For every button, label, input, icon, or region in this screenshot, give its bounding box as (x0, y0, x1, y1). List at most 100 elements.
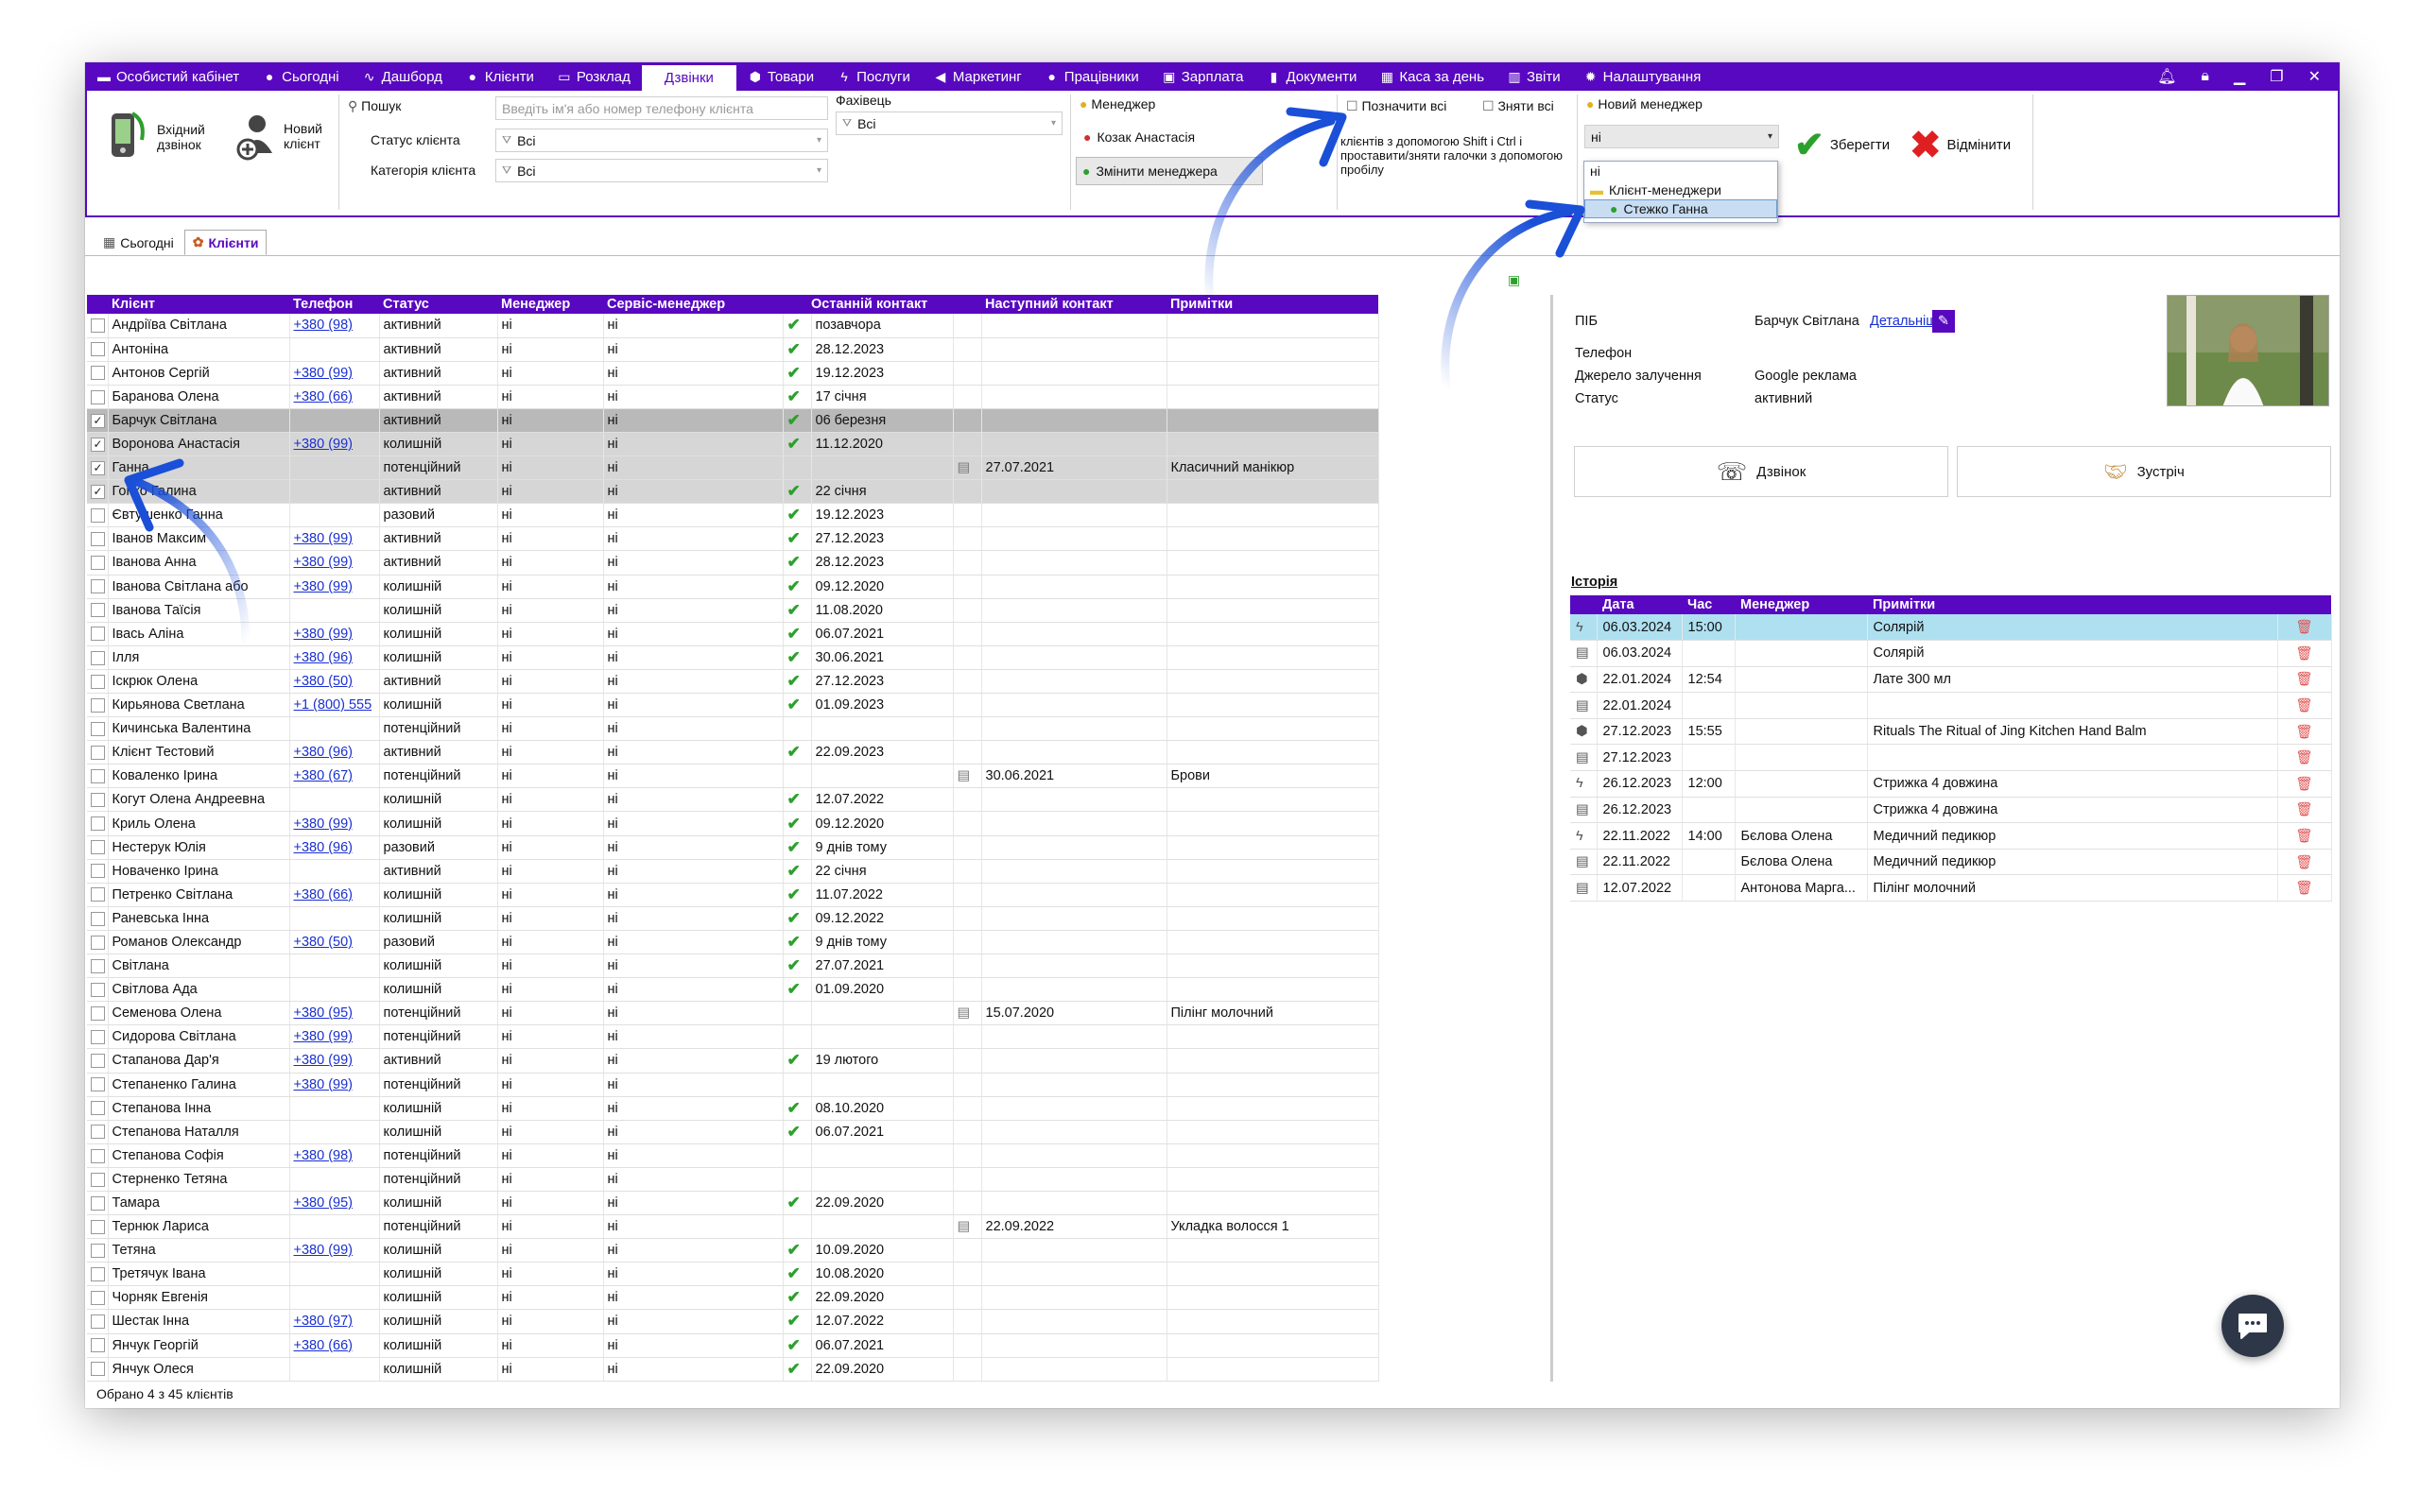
trash-icon[interactable]: 🗑︎ (2277, 849, 2332, 876)
row-checkbox[interactable] (91, 769, 105, 783)
table-row[interactable]: Степаненко Галина +380 (99) потенційний ні н… (87, 1073, 1379, 1097)
row-checkbox[interactable] (91, 1362, 105, 1377)
meeting-button[interactable]: 🤝︎ Зустріч (1957, 446, 2331, 497)
edit-icon[interactable]: ✎ (1932, 310, 1955, 333)
history-row[interactable]: ϟ 22.11.2022 14:00 Бєлова Олена Медичний пед… (1570, 822, 2332, 850)
table-row[interactable]: ✓ Ганна потенційний ні ні ▤ 27.07.2021 Класични… (87, 455, 1379, 481)
phone-link[interactable]: +380 (98) (294, 318, 353, 333)
status-select[interactable]: ⛛ Всі ▾ (495, 129, 828, 152)
menu-item-5[interactable]: Дзвінки (641, 65, 736, 91)
trash-icon[interactable]: 🗑︎ (2277, 770, 2332, 798)
category-select[interactable]: ⛛ Всі ▾ (495, 159, 828, 182)
row-checkbox[interactable] (91, 1266, 105, 1281)
table-row[interactable]: Кичинська Валентина потенційний ні ні (87, 716, 1379, 742)
chat-bubble-button[interactable] (2221, 1295, 2284, 1357)
column-next-icon[interactable] (953, 295, 981, 314)
table-row[interactable]: ✓ Воронова Анастасія +380 (99) колишній ні ні… (87, 432, 1379, 457)
history-row[interactable]: ϟ 06.03.2024 15:00 Солярій 🗑︎ (1570, 614, 2332, 642)
table-row[interactable]: Євтушенко Ганна разовий ні ні ✔ 19.12.2023 (87, 503, 1379, 528)
table-row[interactable]: Янчук Георгій +380 (66) колишній ні ні ✔ 06.07… (87, 1333, 1379, 1358)
table-row[interactable]: Антонов Сергій +380 (99) активний ні ні ✔ 19.1… (87, 361, 1379, 386)
table-row[interactable]: Петренко Світлана +380 (66) колишній ні ні ✔ 1… (87, 883, 1379, 907)
table-row[interactable]: Тетяна +380 (99) колишній ні ні ✔ 10.09.2020 (87, 1238, 1379, 1263)
row-checkbox[interactable] (91, 958, 105, 973)
table-row[interactable]: Світлана колишній ні ні ✔ 27.07.2021 (87, 954, 1379, 979)
mark-all-button[interactable]: ☐ Позначити всі (1346, 98, 1446, 114)
table-row[interactable]: ✓ Гопко Галина активний ні ні ✔ 22 січня (87, 479, 1379, 505)
table-row[interactable]: Кирьянова Светлана +1 (800) 555 колишній ні… (87, 693, 1379, 718)
phone-link[interactable]: +380 (96) (294, 840, 353, 855)
table-row[interactable]: Баранова Олена +380 (66) активний ні ні ✔ 17 с… (87, 385, 1379, 409)
row-checkbox[interactable] (91, 318, 105, 333)
incoming-call-button[interactable]: Вхідний дзвінок (104, 108, 216, 166)
new-manager-select[interactable]: ні ▾ (1584, 125, 1779, 148)
phone-link[interactable]: +380 (99) (294, 1029, 353, 1044)
menu-item-3[interactable]: ● Клієнти (454, 62, 545, 91)
row-checkbox[interactable] (91, 840, 105, 855)
dropdown-option-group[interactable]: ▬ Клієнт-менеджери (1584, 180, 1777, 199)
history-col-actions[interactable] (2277, 595, 2331, 614)
row-checkbox[interactable] (91, 1219, 105, 1234)
row-checkbox[interactable] (91, 793, 105, 808)
menu-item-11[interactable]: ▮ Документи (1254, 62, 1368, 91)
row-checkbox[interactable] (91, 1195, 105, 1211)
row-checkbox[interactable] (91, 603, 105, 618)
dropdown-option-manager[interactable]: ● Стежко Ганна (1584, 199, 1777, 218)
row-checkbox[interactable] (91, 1005, 105, 1021)
menu-item-0[interactable]: ▬ Особистий кабінет (85, 62, 251, 91)
trash-icon[interactable]: 🗑︎ (2277, 797, 2332, 824)
row-checkbox[interactable] (91, 1338, 105, 1353)
table-row[interactable]: Нестерук Юлія +380 (96) разовий ні ні ✔ 9 днів… (87, 835, 1379, 860)
trash-icon[interactable]: 🗑︎ (2277, 692, 2332, 719)
history-row[interactable]: ⬢ 27.12.2023 15:55 Rituals The Ritual of Ji… (1570, 718, 2332, 746)
row-checkbox[interactable] (91, 982, 105, 997)
row-checkbox[interactable] (91, 1101, 105, 1116)
column-service-manager[interactable]: Сервіс-менеджер (603, 295, 783, 314)
menu-item-8[interactable]: ◀ Маркетинг (922, 62, 1033, 91)
menu-item-12[interactable]: ▦ Каса за день (1368, 62, 1495, 91)
change-manager-button[interactable]: ● Змінити менеджера (1076, 157, 1263, 185)
minimize-icon[interactable]: ▁ (2234, 67, 2245, 86)
trash-icon[interactable]: 🗑︎ (2277, 640, 2332, 667)
table-row[interactable]: Когут Олена Андреевна колишній ні ні ✔ 12.07.… (87, 787, 1379, 813)
table-row[interactable]: Клієнт Тестовий +380 (96) активний ні ні ✔ 22.… (87, 740, 1379, 765)
table-row[interactable]: Семенова Олена +380 (95) потенційний ні ні ▤ 1… (87, 1001, 1379, 1026)
trash-icon[interactable]: 🗑︎ (2277, 718, 2332, 746)
table-row[interactable]: Іванов Максим +380 (99) активний ні ні ✔ 27.12… (87, 526, 1379, 552)
row-checkbox[interactable] (91, 721, 105, 736)
column-last-icon[interactable] (783, 295, 811, 314)
trash-icon[interactable]: 🗑︎ (2277, 666, 2332, 694)
row-checkbox[interactable]: ✓ (91, 413, 105, 428)
trash-icon[interactable]: 🗑︎ (2277, 744, 2332, 772)
row-checkbox[interactable] (91, 342, 105, 357)
row-checkbox[interactable] (91, 1030, 105, 1045)
table-row[interactable]: Шестак Інна +380 (97) колишній ні ні ✔ 12.07.2… (87, 1309, 1379, 1334)
phone-link[interactable]: +380 (95) (294, 1195, 353, 1211)
row-checkbox[interactable] (91, 911, 105, 926)
row-checkbox[interactable] (91, 650, 105, 665)
table-row[interactable]: Степанова Софія +380 (98) потенційний ні ні (87, 1143, 1379, 1168)
phone-link[interactable]: +380 (95) (294, 1005, 353, 1021)
row-checkbox[interactable] (91, 816, 105, 832)
phone-link[interactable]: +380 (99) (294, 816, 353, 832)
row-checkbox[interactable] (91, 1077, 105, 1092)
row-checkbox[interactable]: ✓ (91, 437, 105, 452)
phone-link[interactable]: +380 (96) (294, 650, 353, 665)
menu-item-10[interactable]: ▣ Зарплата (1150, 62, 1255, 91)
row-checkbox[interactable] (91, 1243, 105, 1258)
row-checkbox[interactable] (91, 697, 105, 713)
history-row[interactable]: ⬢ 22.01.2024 12:54 Лате 300 мл 🗑︎ (1570, 666, 2332, 694)
table-row[interactable]: Ілля +380 (96) колишній ні ні ✔ 30.06.2021 (87, 645, 1379, 670)
lock-icon[interactable]: 🔒︎ (2201, 68, 2209, 85)
trash-icon[interactable]: 🗑︎ (2277, 874, 2332, 902)
new-client-button[interactable]: Новий клієнт (236, 112, 325, 161)
row-checkbox[interactable] (91, 556, 105, 571)
table-row[interactable]: Степанова Інна колишній ні ні ✔ 08.10.2020 (87, 1096, 1379, 1121)
menu-item-14[interactable]: ✹ Налаштування (1572, 62, 1713, 91)
menu-item-9[interactable]: ● Працівники (1033, 62, 1150, 91)
column-select[interactable] (87, 295, 108, 314)
row-checkbox[interactable] (91, 1291, 105, 1306)
table-row[interactable]: Іванова Таїсія колишній ні ні ✔ 11.08.2020 (87, 598, 1379, 623)
phone-link[interactable]: +380 (99) (294, 531, 353, 546)
phone-link[interactable]: +380 (66) (294, 389, 353, 404)
